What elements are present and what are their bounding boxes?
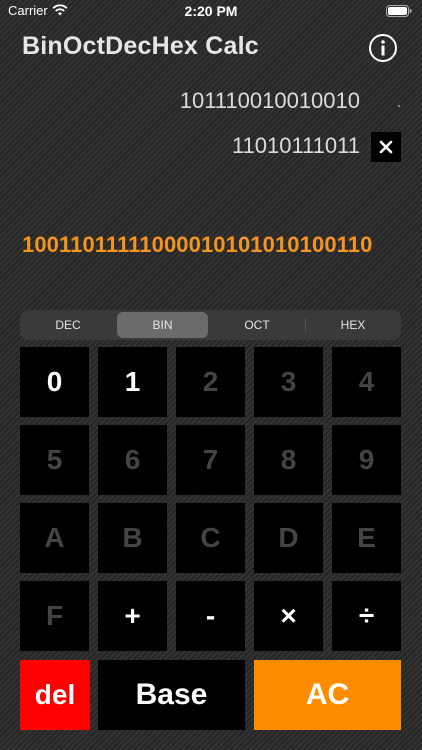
key-5[interactable]: 5 <box>20 425 89 495</box>
key-c[interactable]: C <box>176 503 245 573</box>
key-8[interactable]: 8 <box>254 425 323 495</box>
info-icon[interactable] <box>368 33 398 63</box>
operand-1-display: 101110010010010 <box>179 88 360 113</box>
key-6[interactable]: 6 <box>98 425 167 495</box>
key-4[interactable]: 4 <box>332 347 401 417</box>
cursor-dot <box>398 105 400 107</box>
battery-icon <box>386 5 412 17</box>
operand-2-display: 11010111011 <box>231 133 360 158</box>
plus-button[interactable]: + <box>98 581 167 651</box>
tab-bin[interactable]: BIN <box>117 312 208 338</box>
app-title: BinOctDecHex Calc <box>22 32 259 60</box>
tab-dec[interactable]: DEC <box>22 312 114 338</box>
key-d[interactable]: D <box>254 503 323 573</box>
key-3[interactable]: 3 <box>254 347 323 417</box>
multiply-operator-icon <box>379 140 393 154</box>
key-b[interactable]: B <box>98 503 167 573</box>
tab-oct[interactable]: OCT <box>211 312 303 338</box>
result-display: 10011011111000010101010100110 <box>22 232 373 257</box>
delete-button[interactable]: del <box>20 660 90 730</box>
operator-indicator <box>371 132 401 162</box>
divide-button[interactable]: ÷ <box>332 581 401 651</box>
key-0[interactable]: 0 <box>20 347 89 417</box>
status-bar: Carrier 2:20 PM <box>0 0 422 22</box>
key-a[interactable]: A <box>20 503 89 573</box>
all-clear-button[interactable]: AC <box>254 660 401 730</box>
multiply-button[interactable]: × <box>254 581 323 651</box>
key-2[interactable]: 2 <box>176 347 245 417</box>
key-7[interactable]: 7 <box>176 425 245 495</box>
minus-button[interactable]: - <box>176 581 245 651</box>
base-selector: DEC BIN OCT HEX <box>20 310 401 340</box>
tab-hex[interactable]: HEX <box>307 312 399 338</box>
base-button[interactable]: Base <box>98 660 245 730</box>
key-f[interactable]: F <box>20 581 89 651</box>
key-e[interactable]: E <box>332 503 401 573</box>
key-9[interactable]: 9 <box>332 425 401 495</box>
clock: 2:20 PM <box>184 3 238 19</box>
tab-divider <box>305 318 306 332</box>
key-1[interactable]: 1 <box>98 347 167 417</box>
